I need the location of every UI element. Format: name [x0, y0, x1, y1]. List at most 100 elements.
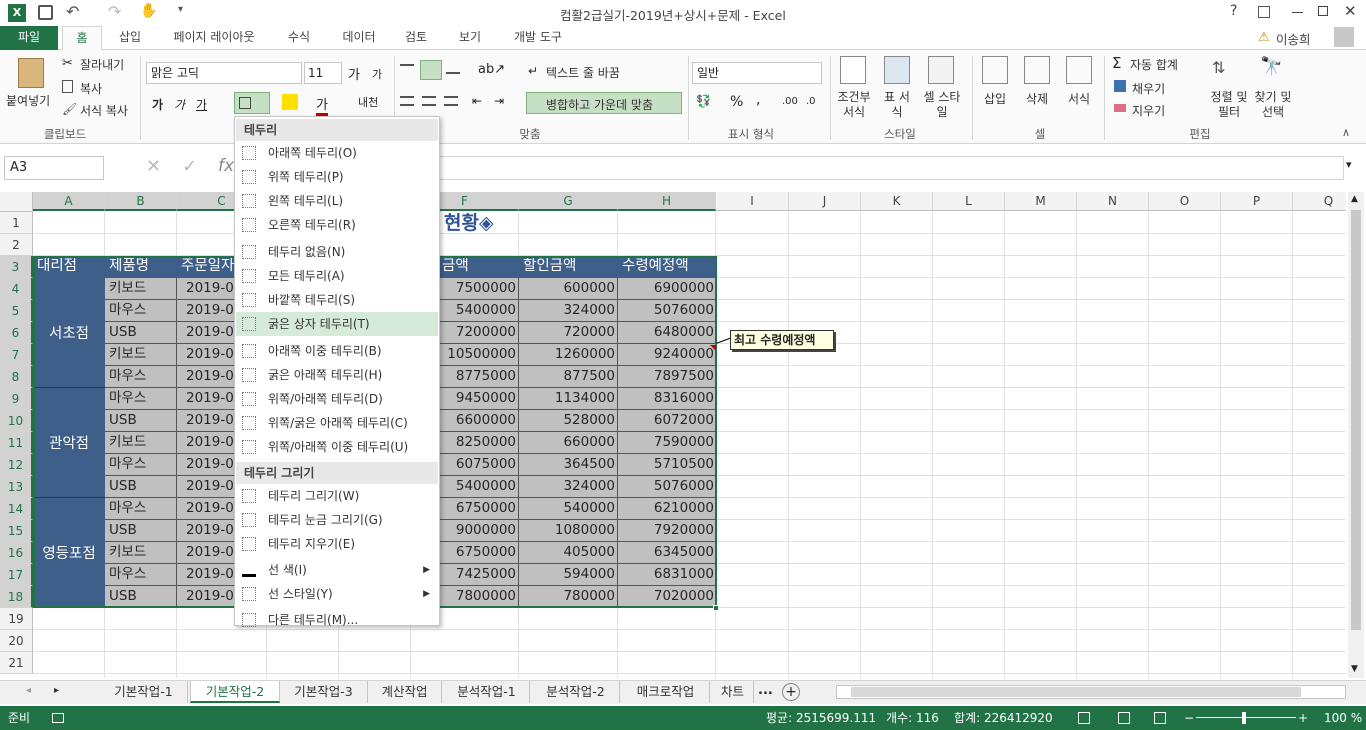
orientation-icon[interactable]: ab↗	[478, 62, 505, 77]
insert-cells-button[interactable]: 삽입	[984, 90, 1006, 107]
worksheet-grid[interactable]: ABCDEFGHIJKLMNOPQ12345678910111213141516…	[0, 192, 1346, 678]
next-sheet-icon[interactable]: ▸	[54, 685, 59, 696]
zoom-in-icon[interactable]: +	[1298, 706, 1308, 730]
copy-button[interactable]: 복사	[80, 80, 102, 97]
align-left-icon[interactable]	[400, 96, 414, 106]
border-option[interactable]: 모든 테두리(A)	[236, 264, 438, 288]
tab-view[interactable]: 보기	[450, 26, 490, 50]
row-header[interactable]: 15	[0, 520, 33, 542]
row-header[interactable]: 14	[0, 498, 33, 520]
cancel-entry-icon[interactable]: ✕	[146, 156, 161, 177]
tab-developer[interactable]: 개발 도구	[504, 26, 572, 50]
border-option[interactable]: 아래쪽 이중 테두리(B)	[236, 339, 438, 363]
column-header[interactable]: B	[105, 192, 177, 211]
cut-button[interactable]: 잘라내기	[80, 56, 124, 73]
sheet-tab[interactable]: 기본작업-1	[100, 681, 188, 703]
draw-border-option[interactable]: 테두리 지우기(E)	[236, 532, 438, 556]
column-header[interactable]: P	[1221, 192, 1293, 211]
user-avatar-icon[interactable]	[1334, 27, 1354, 47]
delete-cells-button[interactable]: 삭제	[1026, 90, 1048, 107]
sheet-tab[interactable]: 분석작업-1	[444, 681, 530, 703]
fill-button[interactable]: 채우기	[1132, 80, 1165, 97]
zoom-level[interactable]: 100 %	[1324, 706, 1362, 730]
zoom-slider[interactable]	[1196, 717, 1296, 718]
conditional-format-icon[interactable]	[840, 56, 866, 84]
sheet-tab[interactable]: 기본작업-3	[280, 681, 368, 703]
row-header[interactable]: 11	[0, 432, 33, 454]
name-box[interactable]: A3	[4, 156, 104, 180]
sheet-title[interactable]: 현황◈	[444, 213, 494, 234]
format-cells-button[interactable]: 서식	[1068, 90, 1090, 107]
tab-insert[interactable]: 삽입	[108, 26, 152, 50]
autosum-button[interactable]: 자동 합계	[1130, 56, 1178, 73]
insert-function-icon[interactable]: fx	[218, 156, 234, 176]
prev-sheet-icon[interactable]: ◂	[26, 685, 31, 696]
tab-page-layout[interactable]: 페이지 레이아웃	[160, 26, 268, 50]
column-header[interactable]: M	[1005, 192, 1077, 211]
sort-filter-icon[interactable]: ⇅	[1212, 58, 1225, 77]
column-header[interactable]: N	[1077, 192, 1149, 211]
border-option[interactable]: 위쪽 테두리(P)	[236, 165, 438, 189]
scroll-up-icon[interactable]: ▲	[1351, 194, 1358, 204]
accounting-icon[interactable]: 💱	[696, 94, 711, 108]
page-layout-view-icon[interactable]	[1118, 712, 1130, 724]
delete-cells-icon[interactable]	[1024, 56, 1050, 84]
shrink-font-icon[interactable]: 가	[372, 66, 382, 82]
row-header[interactable]: 2	[0, 234, 33, 256]
draw-border-option[interactable]: 선 색(I) ▶	[236, 558, 438, 582]
column-header[interactable]: K	[861, 192, 933, 211]
zoom-slider-thumb[interactable]	[1242, 712, 1246, 724]
row-header[interactable]: 19	[0, 608, 33, 630]
clear-button[interactable]: 지우기	[1132, 102, 1165, 119]
expand-formula-icon[interactable]: ▾	[1346, 158, 1352, 171]
sheet-tab[interactable]: 기본작업-2	[190, 681, 280, 703]
row-header[interactable]: 16	[0, 542, 33, 564]
font-name-select[interactable]: 맑은 고딕	[146, 62, 302, 84]
column-header[interactable]: I	[716, 192, 789, 211]
column-header[interactable]: L	[933, 192, 1005, 211]
user-name[interactable]: 이송희	[1276, 29, 1311, 48]
font-size-select[interactable]: 11	[304, 62, 342, 84]
border-option[interactable]: 위쪽/굵은 아래쪽 테두리(C)	[236, 411, 438, 435]
border-option[interactable]: 위쪽/아래쪽 이중 테두리(U)	[236, 435, 438, 459]
row-header[interactable]: 5	[0, 300, 33, 322]
row-header[interactable]: 9	[0, 388, 33, 410]
underline-icon[interactable]: 가	[196, 96, 207, 113]
find-select-icon[interactable]: 🔭	[1260, 56, 1282, 77]
draw-border-option[interactable]: 선 스타일(Y) ▶	[236, 582, 438, 606]
border-option[interactable]: 굵은 상자 테두리(T)	[236, 312, 438, 336]
row-header[interactable]: 3	[0, 256, 33, 278]
help-icon[interactable]: ?	[1230, 3, 1237, 19]
align-top-icon[interactable]	[400, 64, 414, 74]
format-painter-button[interactable]: 서식 복사	[80, 102, 128, 119]
increase-indent-icon[interactable]: ⇥	[494, 94, 504, 108]
border-option[interactable]: 바깥쪽 테두리(S)	[236, 288, 438, 312]
sheet-tab[interactable]: 차트	[712, 681, 754, 703]
wrap-text-button[interactable]: 텍스트 줄 바꿈	[546, 64, 620, 81]
column-header[interactable]: G	[519, 192, 618, 211]
number-format-select[interactable]: 일반	[692, 62, 822, 84]
align-right-icon[interactable]	[444, 96, 458, 106]
draw-border-option[interactable]: 테두리 그리기(W)	[236, 484, 438, 508]
row-header[interactable]: 12	[0, 454, 33, 476]
format-table-button[interactable]: 표 서식	[880, 90, 914, 120]
row-header[interactable]: 18	[0, 586, 33, 608]
sheet-tab[interactable]: 매크로작업	[622, 681, 710, 703]
border-option[interactable]: 굵은 아래쪽 테두리(H)	[236, 363, 438, 387]
column-header[interactable]: J	[789, 192, 861, 211]
align-center-icon[interactable]	[422, 96, 436, 106]
comment-box[interactable]: 최고 수령예정액	[730, 330, 834, 350]
add-sheet-icon[interactable]: +	[782, 683, 800, 701]
fill-handle[interactable]	[713, 605, 719, 611]
italic-icon[interactable]: 가	[174, 96, 185, 113]
increase-decimal-icon[interactable]: .00	[782, 96, 798, 107]
phonetic-icon[interactable]: 내천	[358, 94, 378, 110]
column-header[interactable]: O	[1149, 192, 1221, 211]
cell-styles-icon[interactable]	[928, 56, 954, 84]
touch-mode-icon[interactable]: ✋	[140, 3, 157, 19]
tab-data[interactable]: 데이터	[334, 26, 384, 50]
collapse-ribbon-icon[interactable]: ∧	[1342, 126, 1350, 139]
sheet-tab[interactable]: 계산작업	[368, 681, 442, 703]
scroll-down-icon[interactable]: ▼	[1351, 664, 1358, 674]
copy-icon[interactable]	[62, 80, 73, 93]
